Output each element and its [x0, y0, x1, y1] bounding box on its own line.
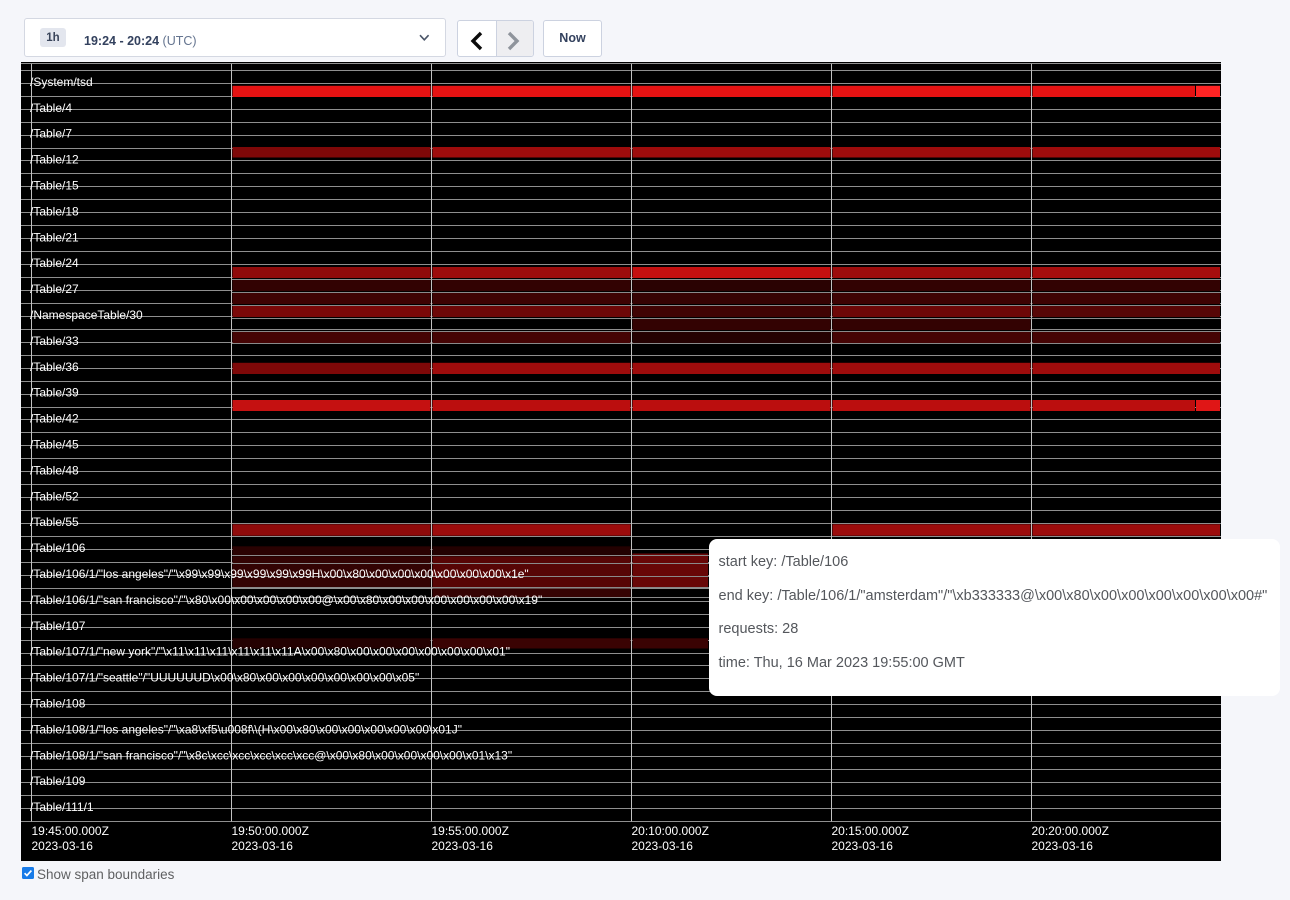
svg-text:/Table/106: /Table/106 [30, 541, 86, 555]
svg-text:/Table/111/1: /Table/111/1 [30, 800, 94, 814]
svg-text:20:15:00.000Z: 20:15:00.000Z [832, 824, 909, 838]
svg-text:19:55:00.000Z: 19:55:00.000Z [432, 824, 509, 838]
svg-text:/Table/52: /Table/52 [30, 489, 79, 503]
svg-text:20:20:00.000Z: 20:20:00.000Z [1032, 824, 1109, 838]
svg-text:2023-03-16: 2023-03-16 [32, 839, 94, 853]
svg-text:/Table/12: /Table/12 [30, 153, 79, 167]
svg-text:/Table/7: /Table/7 [30, 127, 72, 141]
svg-text:19:45:00.000Z: 19:45:00.000Z [32, 824, 109, 838]
svg-text:/Table/36: /Table/36 [30, 360, 79, 374]
svg-text:/Table/106/1/"los angeles"/"\x: /Table/106/1/"los angeles"/"\x99\x99\x99… [30, 567, 529, 581]
svg-text:/Table/27: /Table/27 [30, 282, 79, 296]
svg-text:/Table/42: /Table/42 [30, 412, 79, 426]
svg-text:19:50:00.000Z: 19:50:00.000Z [232, 824, 309, 838]
svg-text:/Table/107: /Table/107 [30, 619, 86, 633]
svg-text:/Table/108/1/"los angeles"/"\x: /Table/108/1/"los angeles"/"\xa8\xf5\u00… [30, 722, 462, 736]
svg-text:/Table/39: /Table/39 [30, 386, 79, 400]
svg-text:/Table/106/1/"san francisco"/": /Table/106/1/"san francisco"/"\x80\x00\x… [30, 593, 542, 607]
svg-text:/Table/24: /Table/24 [30, 256, 79, 270]
svg-text:2023-03-16: 2023-03-16 [832, 839, 894, 853]
svg-text:/NamespaceTable/30: /NamespaceTable/30 [30, 308, 143, 322]
svg-text:2023-03-16: 2023-03-16 [432, 839, 494, 853]
svg-text:/Table/21: /Table/21 [30, 230, 79, 244]
svg-text:20:10:00.000Z: 20:10:00.000Z [632, 824, 709, 838]
svg-text:/Table/108/1/"san francisco"/": /Table/108/1/"san francisco"/"\x8c\xcc\x… [30, 748, 512, 762]
svg-text:/Table/48: /Table/48 [30, 463, 79, 477]
svg-text:/Table/55: /Table/55 [30, 515, 79, 529]
svg-text:/Table/107/1/"seattle"/"UUUUUU: /Table/107/1/"seattle"/"UUUUUUD\x00\x80\… [30, 671, 419, 685]
svg-text:/Table/4: /Table/4 [30, 101, 72, 115]
svg-text:2023-03-16: 2023-03-16 [232, 839, 294, 853]
svg-text:/Table/45: /Table/45 [30, 438, 79, 452]
svg-text:/Table/109: /Table/109 [30, 774, 86, 788]
svg-text:/System/tsd: /System/tsd [30, 75, 93, 89]
svg-text:/Table/33: /Table/33 [30, 334, 79, 348]
svg-text:/Table/107/1/"new york"/"\x11\: /Table/107/1/"new york"/"\x11\x11\x11\x1… [30, 645, 510, 659]
svg-text:/Table/108: /Table/108 [30, 697, 86, 711]
svg-text:/Table/15: /Table/15 [30, 179, 79, 193]
svg-text:2023-03-16: 2023-03-16 [632, 839, 694, 853]
svg-text:/Table/18: /Table/18 [30, 204, 79, 218]
svg-text:2023-03-16: 2023-03-16 [1032, 839, 1094, 853]
